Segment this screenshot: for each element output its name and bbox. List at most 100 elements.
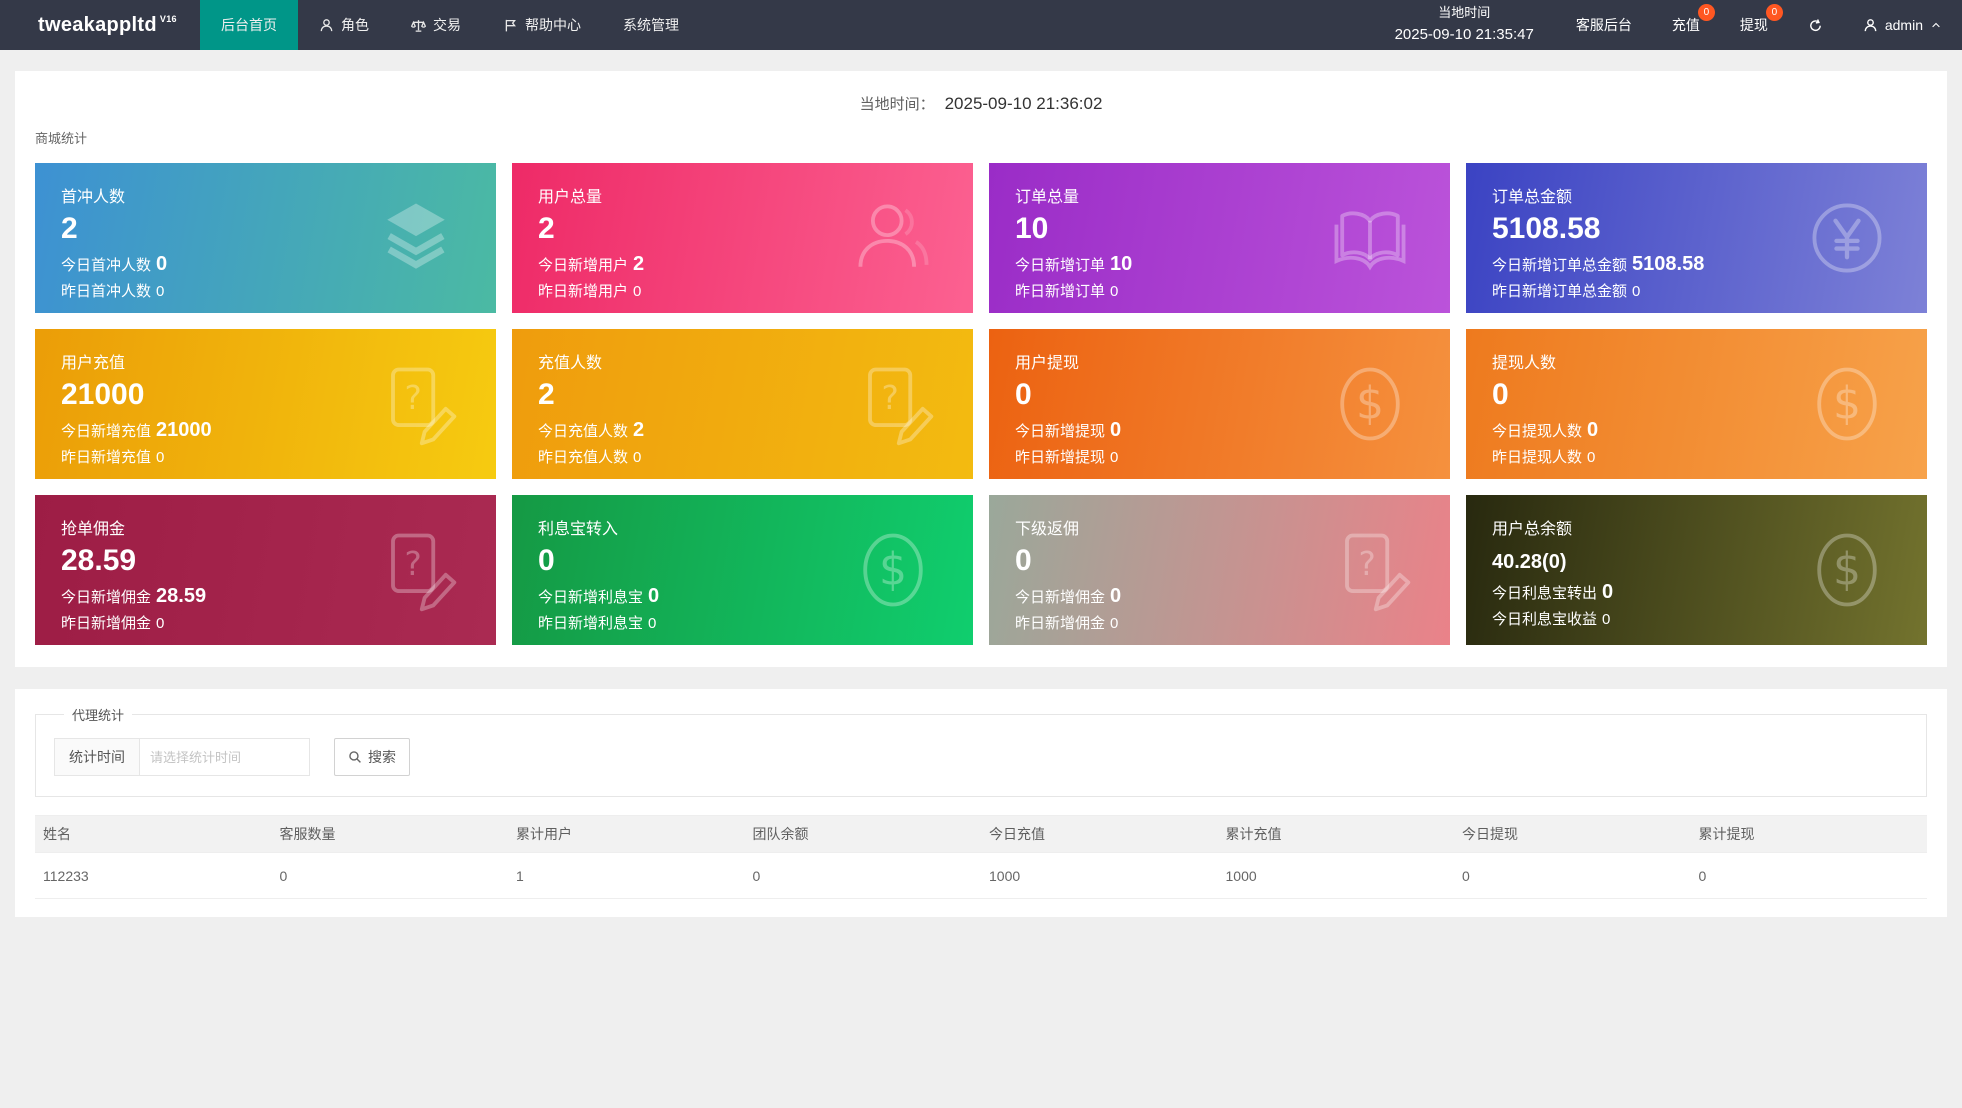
card-line-yesterday: 昨日新增充值 0: [61, 449, 165, 466]
edit-note-icon: [370, 358, 462, 450]
col-header-total-users: 累计用户: [508, 815, 745, 853]
card-line-yesterday: 昨日新增佣金 0: [61, 615, 165, 632]
recharge-badge: 0: [1697, 4, 1715, 21]
brand-version: V16: [159, 14, 177, 24]
edit-note-icon: [847, 358, 939, 450]
card-line-yesterday: 昨日新增利息宝 0: [538, 615, 657, 632]
stat-card-user-recharge: 用户充值 21000 今日新增充值 21000 昨日新增充值 0: [35, 329, 496, 479]
scales-icon: [411, 19, 426, 32]
page-time-value: 2025-09-10 21:36:02: [944, 94, 1103, 113]
search-icon: [349, 751, 361, 763]
card-line-yesterday: 昨日新增订单总金额 0: [1492, 283, 1641, 300]
cell-today-recharge: 1000: [981, 852, 1218, 899]
nav-item-system[interactable]: 系统管理: [602, 0, 700, 50]
col-header-total-withdraw: 累计提现: [1690, 815, 1927, 853]
col-header-name: 姓名: [35, 815, 272, 853]
page-local-time: 当地时间： 2025-09-10 21:36:02: [35, 85, 1927, 114]
stat-card-subordinate-rebate: 下级返佣 0 今日新增佣金 0 昨日新增佣金 0: [989, 495, 1450, 645]
agent-table: 姓名 客服数量 累计用户 团队余额 今日充值 累计充值 今日提现 累计提现 11…: [35, 815, 1927, 899]
service-backend-link[interactable]: 客服后台: [1556, 0, 1652, 50]
withdraw-link[interactable]: 提现 0: [1720, 0, 1788, 50]
cell-name: 112233: [35, 852, 272, 899]
person-icon: [320, 18, 333, 31]
stat-card-interest-transfer-in: 利息宝转入 0 今日新增利息宝 0 昨日新增利息宝 0: [512, 495, 973, 645]
edit-note-icon: [370, 524, 462, 616]
local-time: 当地时间 2025-09-10 21:35:47: [1373, 0, 1556, 50]
nav-item-help-center[interactable]: 帮助中心: [482, 0, 602, 50]
dollar-icon: [1801, 524, 1893, 616]
cell-service-count: 0: [271, 852, 508, 899]
book-icon: [1324, 192, 1416, 284]
dollar-icon: [1801, 358, 1893, 450]
dollar-icon: [847, 524, 939, 616]
recharge-link[interactable]: 充值 0: [1652, 0, 1720, 50]
card-line-yesterday: 昨日充值人数 0: [538, 449, 642, 466]
nav-item-dashboard[interactable]: 后台首页: [200, 0, 298, 50]
local-time-label: 当地时间: [1438, 5, 1491, 21]
refresh-icon: [1810, 18, 1821, 31]
card-line-yesterday: 昨日新增提现 0: [1015, 449, 1119, 466]
stat-card-user-withdrawals: 用户提现 0 今日新增提现 0 昨日新增提现 0: [989, 329, 1450, 479]
nav-item-label: 系统管理: [623, 17, 679, 33]
stat-cards-grid: 首冲人数 2 今日首冲人数 0 昨日首冲人数 0 用户总量 2 今日新增用户 2 昨日…: [35, 163, 1927, 645]
main-menu: 后台首页 角色 交易 帮助中心 系统管理: [200, 0, 700, 50]
cell-total-withdraw: 0: [1690, 852, 1927, 899]
stat-time-label: 统计时间: [54, 738, 140, 776]
stat-card-order-commission: 抢单佣金 28.59 今日新增佣金 28.59 昨日新增佣金 0: [35, 495, 496, 645]
withdraw-label: 提现: [1739, 17, 1768, 33]
username: admin: [1884, 17, 1923, 33]
user-menu[interactable]: admin: [1843, 0, 1962, 50]
nav-item-label: 角色: [341, 17, 369, 33]
agent-stats-legend: 代理统计: [72, 708, 125, 723]
yen-icon: [1801, 192, 1893, 284]
refresh-button[interactable]: [1788, 0, 1843, 50]
col-header-team-balance: 团队余额: [744, 815, 981, 853]
cell-total-recharge: 1000: [1217, 852, 1454, 899]
stat-time-input[interactable]: [140, 738, 310, 776]
section-title: 商城统计: [35, 131, 88, 146]
nav-item-label: 帮助中心: [525, 17, 581, 33]
agent-table-header-row: 姓名 客服数量 累计用户 团队余额 今日充值 累计充值 今日提现 累计提现: [35, 815, 1927, 853]
page-time-label: 当地时间：: [859, 96, 935, 113]
stat-card-user-total-balance: 用户总余额 40.28(0) 今日利息宝转出 0 今日利息宝收益 0: [1466, 495, 1927, 645]
brand-logo[interactable]: tweakappltd V16: [0, 0, 200, 50]
nav-item-roles[interactable]: 角色: [298, 0, 390, 50]
search-button[interactable]: 搜索: [334, 738, 410, 776]
chevron-up-icon: [1932, 22, 1940, 28]
edit-note-icon: [1324, 524, 1416, 616]
stat-card-total-orders: 订单总量 10 今日新增订单 10 昨日新增订单 0: [989, 163, 1450, 313]
navbar-right: 当地时间 2025-09-10 21:35:47 客服后台 充值 0 提现 0 …: [1373, 0, 1962, 50]
card-line-yesterday: 昨日提现人数 0: [1492, 449, 1596, 466]
recharge-label: 充值: [1671, 17, 1700, 33]
stat-card-withdrawal-users: 提现人数 0 今日提现人数 0 昨日提现人数 0: [1466, 329, 1927, 479]
cell-total-users: 1: [508, 852, 745, 899]
card-line-yesterday: 昨日新增佣金 0: [1015, 615, 1119, 632]
nav-item-label: 后台首页: [221, 17, 277, 33]
col-header-service-count: 客服数量: [271, 815, 508, 853]
cell-today-withdraw: 0: [1454, 852, 1691, 899]
flag-icon: [505, 19, 516, 31]
card-line-yesterday: 昨日首冲人数 0: [61, 283, 165, 300]
user-icon: [847, 192, 939, 284]
agent-stats-panel: 代理统计 统计时间 搜索 姓名 客服数量 累计用户 团队余额 今日充值 累计充值: [15, 689, 1947, 917]
local-time-value: 2025-09-10 21:35:47: [1394, 26, 1534, 44]
stat-card-total-order-amount: 订单总金额 5108.58 今日新增订单总金额 5108.58 昨日新增订单总金额…: [1466, 163, 1927, 313]
agent-stats-fieldset: 代理统计 统计时间 搜索: [35, 705, 1927, 797]
stat-card-first-charge-users: 首冲人数 2 今日首冲人数 0 昨日首冲人数 0: [35, 163, 496, 313]
stat-card-recharge-users: 充值人数 2 今日充值人数 2 昨日充值人数 0: [512, 329, 973, 479]
table-row[interactable]: 112233 0 1 0 1000 1000 0 0: [35, 852, 1927, 899]
main-content: 当地时间： 2025-09-10 21:36:02 商城统计 首冲人数 2 今日首…: [0, 71, 1962, 917]
cell-team-balance: 0: [744, 852, 981, 899]
shop-stats-panel: 当地时间： 2025-09-10 21:36:02 商城统计 首冲人数 2 今日首…: [15, 71, 1947, 667]
search-button-label: 搜索: [368, 749, 396, 765]
nav-item-trade[interactable]: 交易: [390, 0, 482, 50]
card-line-yesterday: 昨日新增订单 0: [1015, 283, 1119, 300]
col-header-today-withdraw: 今日提现: [1454, 815, 1691, 853]
service-backend-label: 客服后台: [1575, 17, 1632, 33]
card-line-yesterday: 昨日新增用户 0: [538, 283, 642, 300]
dollar-icon: [1324, 358, 1416, 450]
withdraw-badge: 0: [1765, 4, 1783, 21]
nav-item-label: 交易: [433, 17, 461, 33]
layers-icon: [370, 192, 462, 284]
user-icon: [1864, 18, 1877, 31]
